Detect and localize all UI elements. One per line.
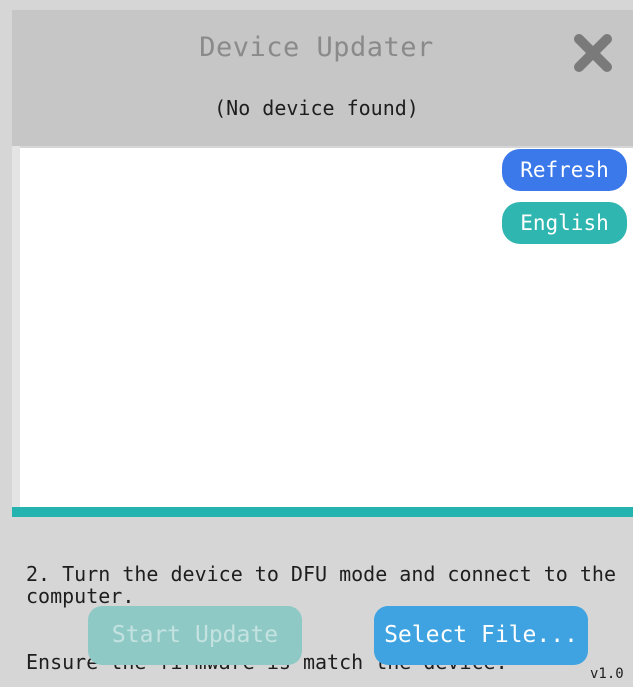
close-x-icon [574, 34, 612, 72]
language-button[interactable]: English [502, 202, 627, 244]
start-update-button: Start Update [88, 606, 302, 665]
window-title: Device Updater [199, 32, 434, 63]
device-status-text: (No device found) [214, 96, 419, 120]
device-updater-window: Device Updater (No device found) Refresh… [0, 0, 633, 687]
content-edge [12, 146, 20, 512]
close-icon[interactable] [570, 30, 616, 76]
instruction-line-1: 2. Turn the device to DFU mode and conne… [26, 562, 629, 608]
select-file-button[interactable]: Select File... [374, 606, 588, 665]
refresh-button[interactable]: Refresh [502, 149, 627, 191]
version-label: v1.0 [590, 666, 624, 682]
title-bar [0, 0, 633, 146]
progress-bar [12, 507, 633, 517]
